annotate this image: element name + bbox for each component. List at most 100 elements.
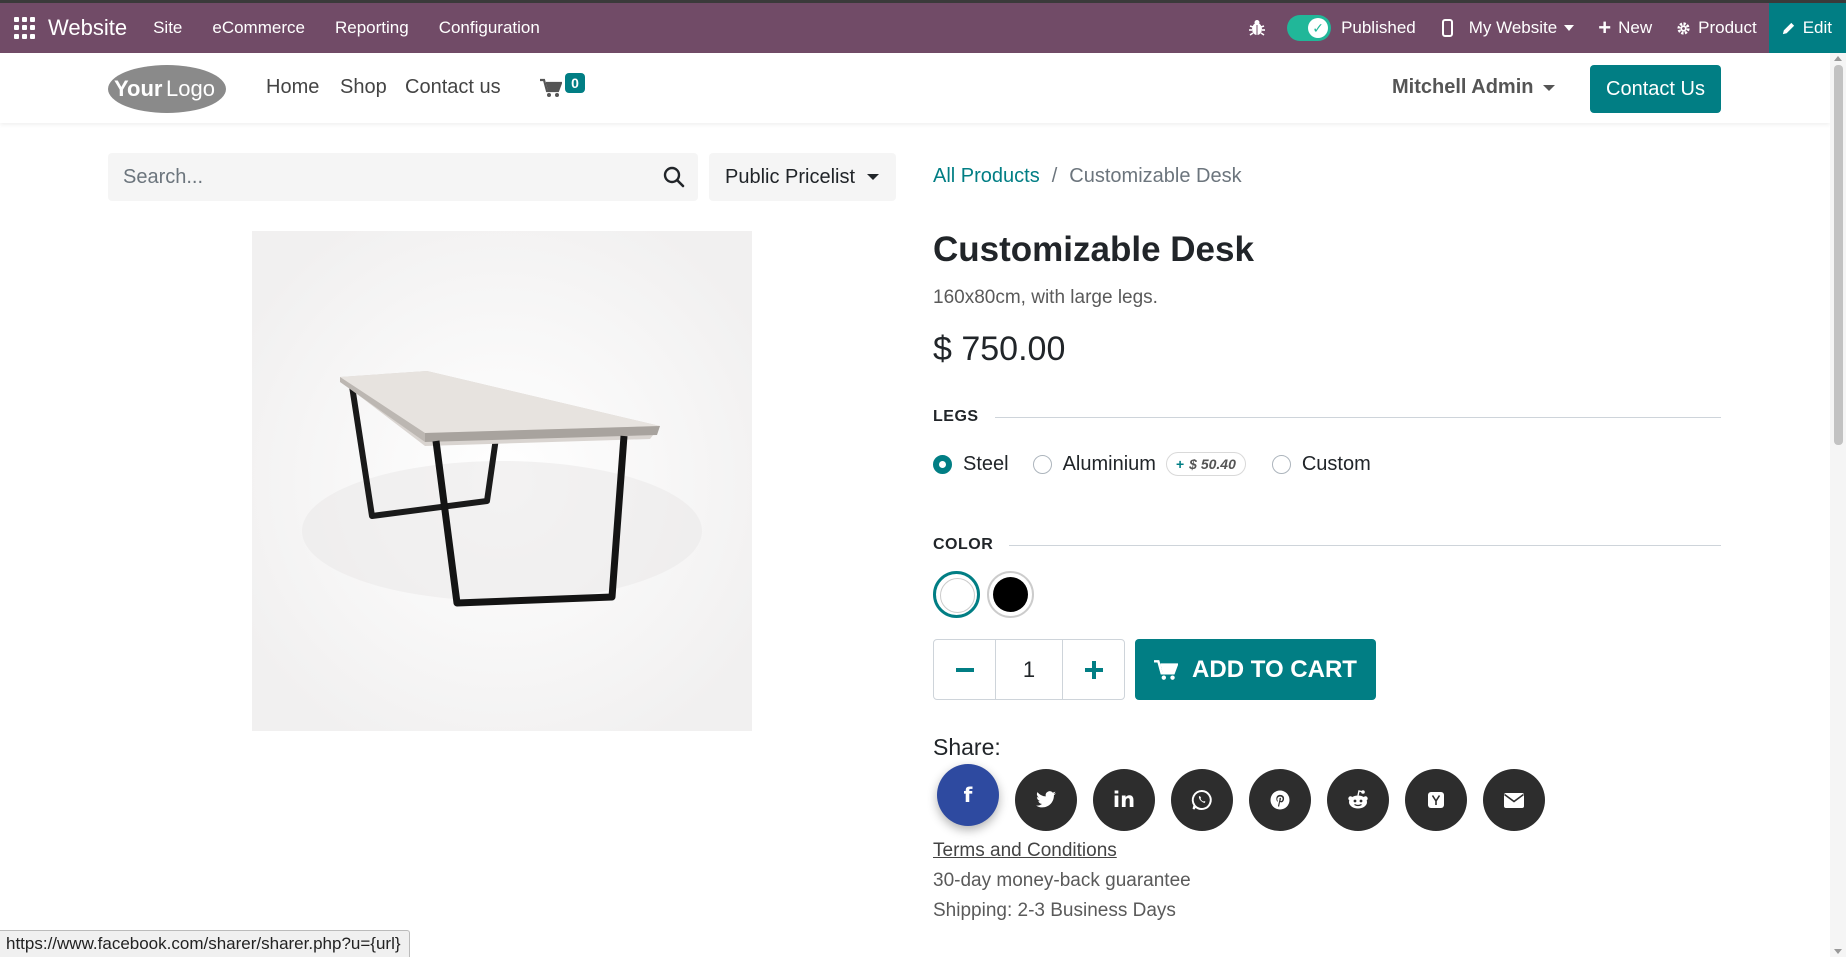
linkedin-icon: in [1112, 788, 1136, 812]
new-label: New [1618, 18, 1653, 37]
attribute-color-heading: COLOR [933, 536, 1721, 554]
quantity-stepper: 1 [933, 639, 1125, 700]
product-title: Customizable Desk [933, 230, 1254, 269]
shipping-info: Shipping: 2-3 Business Days [933, 900, 1176, 921]
price-extra-badge: + $ 50.40 [1165, 452, 1246, 476]
hacker-news-icon [1428, 792, 1444, 808]
share-facebook-button[interactable]: f [937, 764, 999, 826]
color-swatch-black[interactable] [987, 571, 1034, 618]
price-extra-value: $ 50.40 [1189, 456, 1236, 472]
page-scrollbar[interactable] [1830, 53, 1846, 957]
website-selector-label: My Website [1468, 18, 1558, 37]
chevron-down-icon [867, 174, 880, 180]
attribute-legs-heading: LEGS [933, 408, 1721, 426]
desk-image [252, 231, 752, 731]
cart-icon[interactable] [540, 78, 562, 98]
plus-icon [1084, 660, 1103, 679]
new-button[interactable]: + New [1598, 17, 1652, 39]
share-twitter-button[interactable] [1015, 769, 1077, 831]
pricelist-dropdown[interactable]: Public Pricelist [709, 153, 896, 201]
edit-button[interactable]: Edit [1768, 3, 1846, 53]
twitter-icon [1036, 791, 1056, 808]
color-swatch-white[interactable] [933, 571, 980, 618]
edit-label: Edit [1802, 18, 1832, 37]
money-back-guarantee: 30-day money-back guarantee [933, 870, 1191, 891]
quantity-input[interactable]: 1 [995, 640, 1063, 699]
user-menu[interactable]: Mitchell Admin [1392, 76, 1556, 99]
increase-quantity-button[interactable] [1063, 640, 1124, 699]
decrease-quantity-button[interactable] [934, 640, 995, 699]
status-bar-url: https://www.facebook.com/sharer/sharer.p… [0, 930, 410, 957]
whatsapp-icon [1191, 789, 1212, 810]
scroll-up-icon[interactable] [1834, 56, 1842, 61]
website-header: Your Logo Home Shop Contact us 0 Mitchel… [0, 53, 1830, 123]
admin-top-bar: Website Site eCommerce Reporting Configu… [0, 0, 1846, 53]
site-logo[interactable]: Your Logo [106, 63, 228, 115]
option-aluminium-label[interactable]: Aluminium [1063, 453, 1156, 476]
add-to-cart-button[interactable]: ADD TO CART [1135, 639, 1376, 700]
legs-label: LEGS [933, 408, 979, 425]
radio-steel[interactable] [933, 454, 952, 474]
apps-grid-icon[interactable] [14, 17, 36, 39]
reddit-icon [1348, 790, 1368, 809]
product-label: Product [1698, 18, 1757, 37]
menu-site[interactable]: Site [153, 18, 182, 38]
color-label: COLOR [933, 536, 994, 553]
share-linkedin-button[interactable]: in [1093, 769, 1155, 831]
pinterest-icon [1270, 790, 1290, 810]
product-price: $ 750.00 [933, 330, 1066, 368]
plus-icon: + [1598, 15, 1612, 40]
radio-custom[interactable] [1271, 454, 1291, 474]
breadcrumb-current: Customizable Desk [1069, 165, 1242, 187]
published-toggle[interactable]: ✓ [1287, 15, 1332, 41]
product-description: 160x80cm, with large legs. [933, 287, 1158, 308]
gear-icon [1677, 21, 1690, 35]
mobile-preview-icon[interactable] [1441, 19, 1453, 37]
legs-options: Steel Aluminium + $ 50.40 Custom [933, 452, 1395, 476]
option-custom-label[interactable]: Custom [1302, 453, 1371, 476]
contact-us-button[interactable]: Contact Us [1590, 65, 1721, 113]
option-steel-label[interactable]: Steel [963, 453, 1009, 476]
scrollbar-thumb[interactable] [1834, 65, 1843, 445]
share-whatsapp-button[interactable] [1171, 769, 1233, 831]
chevron-down-icon [1564, 25, 1575, 31]
share-email-button[interactable] [1483, 769, 1545, 831]
debug-bug-icon[interactable] [1247, 18, 1267, 38]
app-brand[interactable]: Website [48, 15, 127, 41]
menu-configuration[interactable]: Configuration [439, 18, 540, 38]
menu-ecommerce[interactable]: eCommerce [212, 18, 305, 38]
share-reddit-button[interactable] [1327, 769, 1389, 831]
website-selector[interactable]: My Website [1469, 18, 1575, 38]
search-input[interactable] [108, 153, 638, 201]
radio-aluminium[interactable] [1032, 454, 1052, 474]
divider [1009, 544, 1721, 546]
minus-icon [955, 667, 974, 672]
product-settings-button[interactable]: Product [1676, 18, 1757, 38]
scroll-down-icon[interactable] [1834, 949, 1842, 954]
search-icon[interactable] [662, 165, 686, 189]
share-label: Share: [933, 734, 1001, 760]
terms-and-conditions-link[interactable]: Terms and Conditions [933, 840, 1117, 862]
plus-icon: + [1175, 456, 1185, 472]
pricelist-label: Public Pricelist [725, 165, 856, 188]
nav-contact-us[interactable]: Contact us [405, 76, 501, 99]
pencil-icon [1782, 22, 1794, 34]
share-hacker-news-button[interactable] [1405, 769, 1467, 831]
product-image[interactable] [252, 231, 752, 731]
menu-reporting[interactable]: Reporting [335, 18, 409, 38]
user-name: Mitchell Admin [1392, 76, 1534, 98]
nav-shop[interactable]: Shop [340, 76, 387, 99]
product-search [108, 153, 698, 201]
facebook-icon: f [963, 783, 973, 807]
nav-home[interactable]: Home [266, 76, 319, 99]
svg-text:Your: Your [114, 76, 163, 101]
share-pinterest-button[interactable] [1249, 769, 1311, 831]
divider [994, 416, 1721, 418]
cart-count-badge[interactable]: 0 [565, 73, 585, 93]
chevron-down-icon [1543, 84, 1556, 91]
svg-text:Logo: Logo [166, 76, 215, 101]
cart-icon [1154, 659, 1179, 680]
breadcrumb-separator: / [1051, 165, 1058, 187]
published-label[interactable]: Published [1341, 18, 1416, 38]
breadcrumb-all-products[interactable]: All Products [933, 165, 1040, 188]
